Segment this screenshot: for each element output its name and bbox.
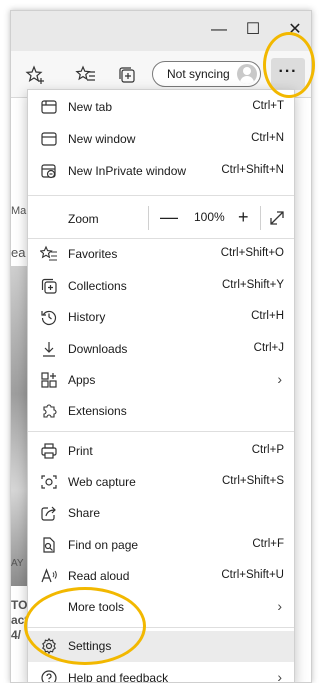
menu-divider [28, 431, 294, 432]
page-text-snippet: ea [11, 245, 26, 260]
add-favorite-icon[interactable] [25, 64, 47, 86]
menu-item-read-aloud[interactable]: Read aloud Ctrl+Shift+U [28, 561, 294, 592]
menu-item-label: Apps [68, 373, 96, 387]
zoom-level-value: 100% [194, 210, 225, 224]
avatar [237, 64, 257, 84]
menu-item-label: Print [68, 444, 93, 458]
title-bar: — ☐ ✕ [11, 11, 311, 51]
menu-item-favorites[interactable]: Favorites Ctrl+Shift+O [28, 239, 294, 270]
menu-item-label: Share [68, 506, 101, 520]
menu-item-label: Web capture [68, 475, 136, 489]
menu-item-label: New window [68, 132, 136, 146]
menu-item-label: Collections [68, 279, 127, 293]
highlight-circle [24, 587, 146, 665]
menu-item-shortcut: Ctrl+N [251, 132, 284, 144]
menu-item-shortcut: Ctrl+J [253, 342, 284, 354]
web-capture-icon [40, 473, 58, 491]
highlight-circle [263, 32, 315, 98]
menu-item-shortcut: Ctrl+T [252, 100, 284, 112]
menu-item-label: Help and feedback [68, 671, 169, 683]
menu-item-shortcut: Ctrl+Shift+U [221, 569, 284, 581]
menu-item-extensions[interactable]: Extensions [28, 396, 294, 427]
read-aloud-icon [40, 567, 58, 585]
menu-item-shortcut: Ctrl+Shift+Y [222, 279, 284, 291]
new-window-icon [40, 130, 58, 148]
menu-item-shortcut: Ctrl+Shift+O [220, 247, 284, 259]
page-text-snippet: TO [11, 598, 28, 612]
page-text-snippet: 4/ [11, 628, 22, 642]
fullscreen-icon[interactable] [268, 209, 286, 227]
menu-item-new-tab[interactable]: New tab Ctrl+T [28, 92, 294, 123]
menu-item-web-capture[interactable]: Web capture Ctrl+Shift+S [28, 467, 294, 498]
menu-item-history[interactable]: History Ctrl+H [28, 302, 294, 333]
menu-item-print[interactable]: Print Ctrl+P [28, 436, 294, 467]
zoom-divider [148, 206, 149, 230]
menu-item-help-and-feedback[interactable]: Help and feedback › [28, 663, 294, 683]
favorites-icon [40, 245, 58, 263]
page-text-snippet: Ma [11, 205, 27, 217]
menu-item-label: History [68, 310, 106, 324]
menu-item-collections[interactable]: Collections Ctrl+Shift+Y [28, 271, 294, 302]
menu-item-shortcut: Ctrl+Shift+N [221, 164, 284, 176]
zoom-in-button[interactable]: + [238, 207, 249, 228]
new-tab-icon [40, 98, 58, 116]
menu-item-label: New tab [68, 100, 113, 114]
browser-window: — ☐ ✕ Not syncing ··· Ma ea ES AY L TO a… [10, 10, 312, 683]
menu-item-new-window[interactable]: New window Ctrl+N [28, 124, 294, 155]
apps-icon [40, 371, 58, 389]
favorites-icon[interactable] [75, 64, 97, 86]
chevron-right-icon: › [277, 598, 282, 614]
profile-sync-button[interactable]: Not syncing [152, 61, 261, 87]
menu-divider [28, 195, 294, 196]
menu-item-label: Downloads [68, 342, 128, 356]
collections-icon[interactable] [116, 64, 138, 86]
menu-item-apps[interactable]: Apps › [28, 365, 294, 396]
find-on-page-icon [40, 536, 58, 554]
inprivate-icon [40, 162, 58, 180]
print-icon [40, 442, 58, 460]
menu-item-share[interactable]: Share [28, 498, 294, 529]
menu-item-downloads[interactable]: Downloads Ctrl+J [28, 334, 294, 365]
menu-item-shortcut: Ctrl+P [251, 444, 284, 456]
minimize-button[interactable]: — [209, 20, 229, 40]
menu-item-label: New InPrivate window [68, 164, 187, 178]
share-icon [40, 504, 58, 522]
collections-icon [40, 277, 58, 295]
sync-status-label: Not syncing [167, 67, 230, 81]
menu-item-label: Extensions [68, 404, 127, 418]
zoom-label: Zoom [68, 212, 99, 226]
menu-item-shortcut: Ctrl+Shift+S [222, 475, 284, 487]
menu-item-label: Read aloud [68, 569, 130, 583]
maximize-button[interactable]: ☐ [243, 20, 263, 40]
history-icon [40, 308, 58, 326]
menu-item-label: Favorites [68, 247, 118, 261]
menu-item-zoom: Zoom — 100% + [28, 201, 294, 235]
zoom-out-button[interactable]: — [160, 207, 178, 228]
menu-item-label: Find on page [68, 538, 139, 552]
zoom-divider [260, 206, 261, 230]
chevron-right-icon: › [277, 371, 282, 387]
menu-item-shortcut: Ctrl+H [251, 310, 284, 322]
download-icon [40, 340, 58, 358]
menu-item-find-on-page[interactable]: Find on page Ctrl+F [28, 530, 294, 561]
menu-item-new-inprivate-window[interactable]: New InPrivate window Ctrl+Shift+N [28, 156, 294, 187]
extensions-icon [40, 402, 58, 420]
menu-item-shortcut: Ctrl+F [252, 538, 284, 550]
